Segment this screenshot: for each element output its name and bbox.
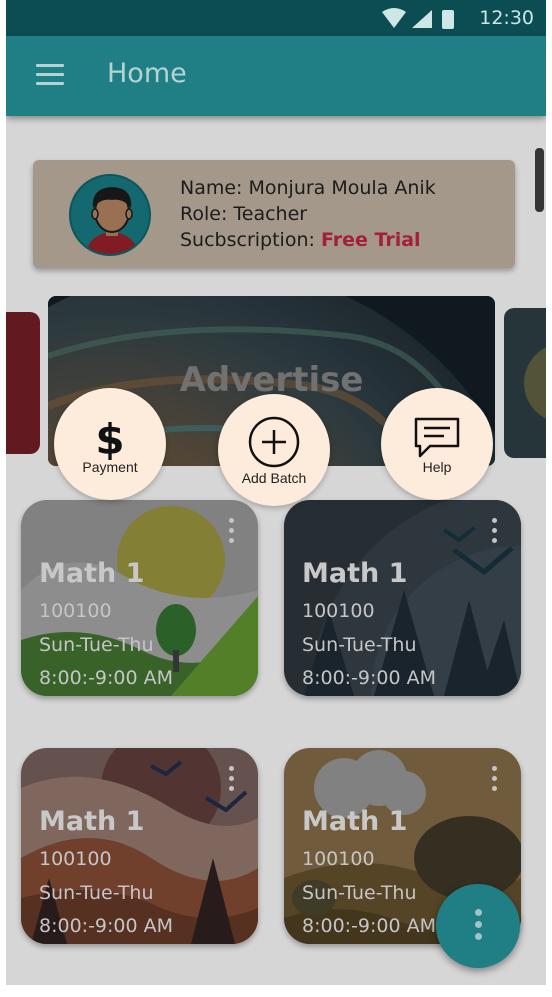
batch-code: 100100 [39,848,112,870]
batch-days: Sun-Tue-Thu [39,882,154,904]
help-label: Help [422,459,452,475]
batch-time: 8:00:-9:00 AM [302,915,437,937]
ad-next-art [524,347,546,419]
profile-card[interactable]: Name: Monjura Moula Anik Role: Teacher S… [33,160,515,268]
batch-code: 100100 [302,848,375,870]
signal-icon [412,10,432,28]
avatar [69,174,151,256]
batch-time: 8:00:-9:00 AM [302,667,437,689]
more-options-icon[interactable] [226,518,236,550]
battery-icon [442,10,454,29]
chat-icon [414,417,460,458]
subscription-value: Free Trial [320,229,421,251]
profile-details: Name: Monjura Moula Anik Role: Teacher S… [180,175,436,253]
page-title: Home [107,58,187,89]
batch-days: Sun-Tue-Thu [302,634,417,656]
avatar-illustration [85,187,139,254]
dollar-icon: $ [95,416,124,462]
more-options-icon[interactable] [489,766,499,798]
ad-previous-slide[interactable] [6,312,40,454]
batch-title: Math 1 [302,558,408,589]
payment-button[interactable]: $ Payment [54,388,166,500]
batch-card[interactable]: Math 1 100100 Sun-Tue-Thu 8:00:-9:00 AM [284,500,521,696]
more-options-icon[interactable] [226,766,236,798]
batch-code: 100100 [302,600,375,622]
help-button[interactable]: Help [381,388,493,500]
batch-card[interactable]: Math 1 100100 Sun-Tue-Thu 8:00:-9:00 AM [21,500,258,696]
subscription-label: Sucbscription: [180,229,321,251]
add-batch-button[interactable]: Add Batch [218,394,330,506]
batch-days: Sun-Tue-Thu [302,882,417,904]
status-bar: 12:30 [6,0,546,36]
phone-screen: 12:30 Home Name: Monjura Moula Anik Role… [6,0,546,985]
more-fab-button[interactable] [436,884,520,968]
profile-name: Name: Monjura Moula Anik [180,177,436,199]
plus-circle-icon [248,416,300,468]
wifi-icon [382,8,406,28]
status-time: 12:30 [479,7,534,29]
svg-text:$: $ [95,416,124,462]
batch-title: Math 1 [39,558,145,589]
batch-days: Sun-Tue-Thu [39,634,154,656]
batch-title: Math 1 [302,806,408,837]
more-options-icon[interactable] [489,518,499,550]
profile-role: Role: Teacher [180,203,308,225]
batch-time: 8:00:-9:00 AM [39,915,174,937]
app-bar: Home [6,36,546,116]
batch-card[interactable]: Math 1 100100 Sun-Tue-Thu 8:00:-9:00 AM [21,748,258,944]
batch-time: 8:00:-9:00 AM [39,667,174,689]
batch-code: 100100 [39,600,112,622]
status-icons [382,8,454,29]
scrollbar[interactable] [535,148,544,212]
vertical-dots-icon [474,909,482,945]
ad-next-slide[interactable] [504,308,546,458]
batch-title: Math 1 [39,806,145,837]
payment-label: Payment [82,459,138,475]
hamburger-menu-icon[interactable] [36,64,70,90]
add-batch-label: Add Batch [241,470,307,486]
profile-subscription: Sucbscription: Free Trial [180,227,436,253]
